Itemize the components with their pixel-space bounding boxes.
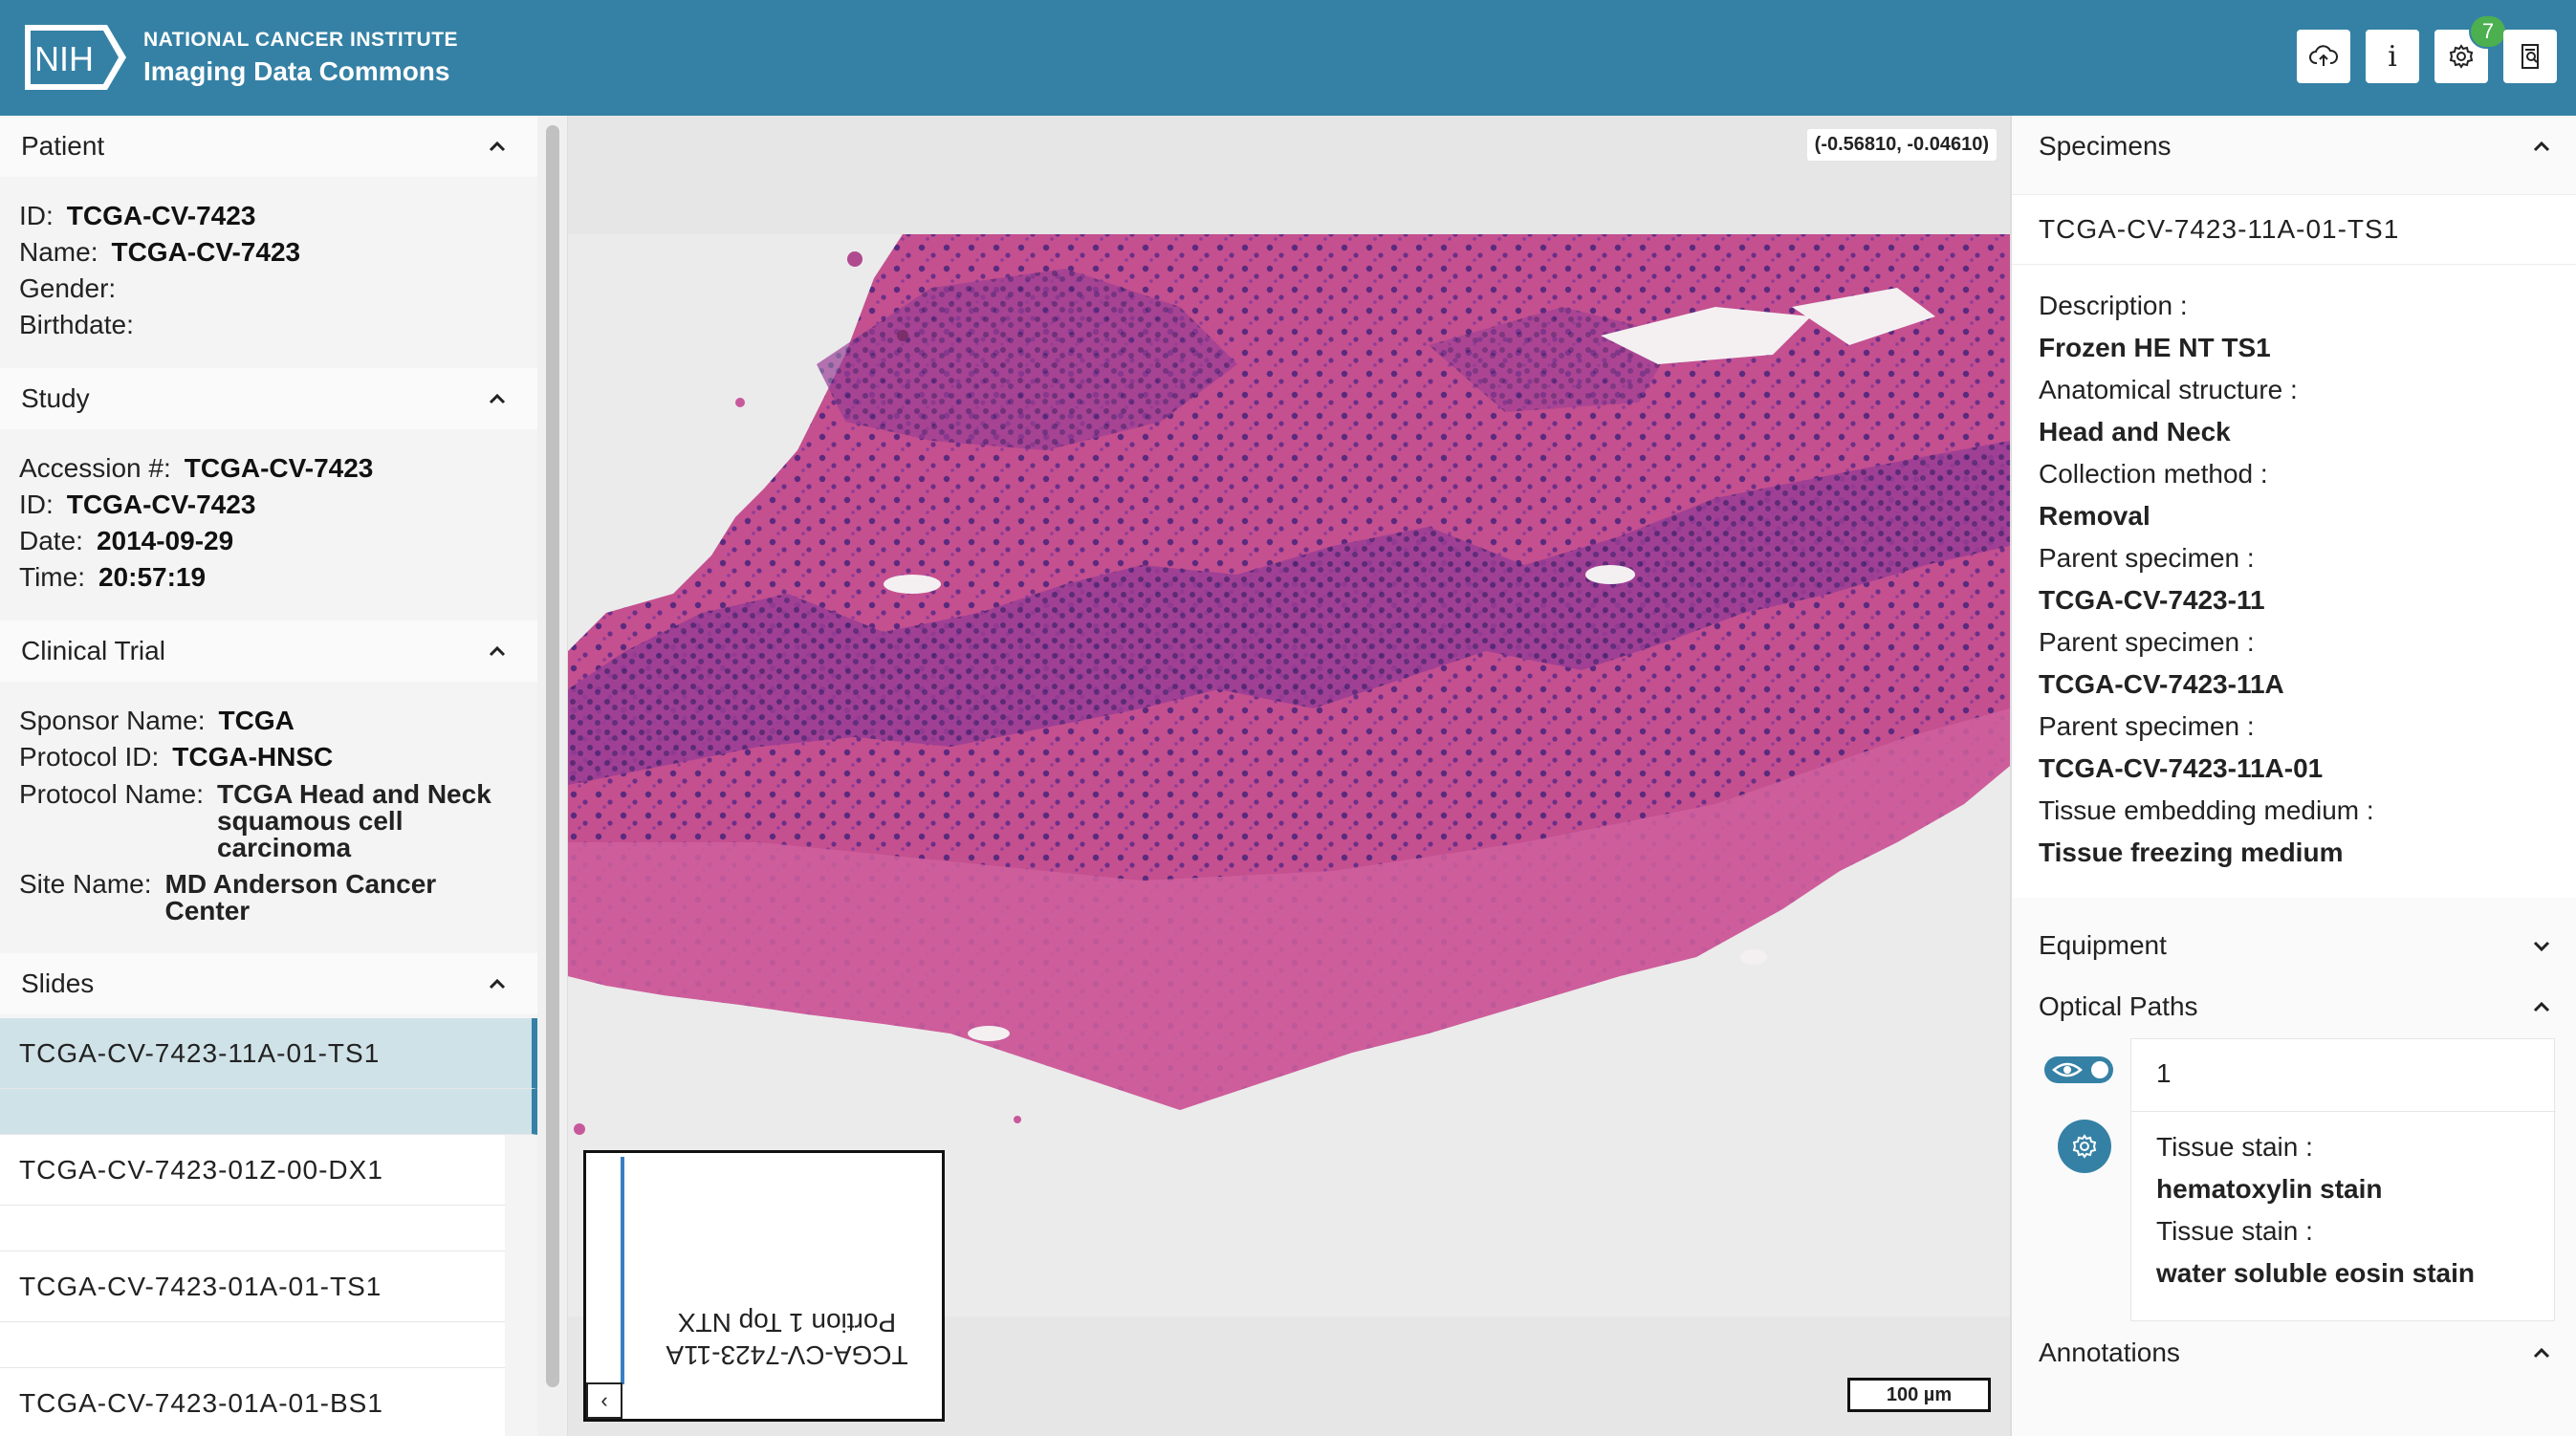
slides-section-header[interactable]: Slides <box>0 953 537 1014</box>
upload-button[interactable] <box>2297 30 2350 83</box>
cursor-coordinates: (-0.56810, -0.04610) <box>1806 129 1997 161</box>
divider <box>2131 1111 2556 1112</box>
app-name: Imaging Data Commons <box>143 56 450 86</box>
protocol-name-row: Protocol Name: TCGA Head and Neck squamou… <box>19 779 491 862</box>
specimens-section-header[interactable]: Specimens <box>2012 116 2576 177</box>
slide-item[interactable]: TCGA-CV-7423-01A-01-BS1 <box>0 1368 505 1436</box>
site-name-row: Site Name: MD Anderson Cancer Center <box>19 869 437 925</box>
patient-birthdate-row: Birthdate: <box>19 310 134 339</box>
optical-path-settings-button[interactable] <box>2058 1120 2111 1173</box>
svg-text:NIH: NIH <box>34 39 94 78</box>
embedding-value: Tissue freezing medium <box>2039 838 2344 867</box>
optical-path-card: 1 Tissue stain : hematoxylin stain Tissu… <box>2130 1038 2556 1321</box>
slides-section-title: Slides <box>21 968 95 998</box>
slide-viewer[interactable]: (-0.56810, -0.04610) TCGA-CV-7423-11A Po… <box>568 116 2010 1436</box>
gear-icon <box>2072 1134 2097 1159</box>
patient-section-header[interactable]: Patient <box>0 116 537 177</box>
study-id-row: ID: TCGA-CV-7423 <box>19 490 256 519</box>
gear-icon <box>2449 44 2474 69</box>
chevron-up-icon <box>2533 141 2550 152</box>
description-value: Frozen HE NT TS1 <box>2039 333 2271 362</box>
parent-specimen-value: TCGA-CV-7423-11 <box>2039 585 2265 615</box>
specimen-id: TCGA-CV-7423-11A-01-TS1 <box>2012 194 2576 265</box>
slide-thumb-row[interactable] <box>0 1322 505 1368</box>
chevron-up-icon <box>489 393 506 404</box>
chevron-up-icon <box>489 978 506 990</box>
clinical-trial-section-title: Clinical Trial <box>21 636 165 665</box>
case-sidebar: Patient ID: TCGA-CV-7423 Name: TCGA-CV-742… <box>0 116 537 1436</box>
slide-item[interactable]: TCGA-CV-7423-01A-01-TS1 <box>0 1251 505 1322</box>
study-section-title: Study <box>21 383 90 413</box>
collection-value: Removal <box>2039 501 2150 531</box>
org-name: NATIONAL CANCER INSTITUTE <box>143 29 459 51</box>
tissue-stain-label: Tissue stain : <box>2156 1216 2313 1246</box>
patient-id-row: ID: TCGA-CV-7423 <box>19 201 256 230</box>
optical-path-id: 1 <box>2156 1058 2172 1088</box>
slide-thumb-row[interactable] <box>0 1089 537 1135</box>
chevron-up-icon <box>2533 1001 2550 1012</box>
protocol-id-row: Protocol ID: TCGA-HNSC <box>19 742 334 772</box>
overview-marker <box>621 1157 624 1384</box>
overview-collapse-button[interactable]: ‹ <box>586 1382 622 1419</box>
nih-logo[interactable]: NIH <box>23 23 128 92</box>
info-button[interactable]: i <box>2366 30 2419 83</box>
description-label: Description : <box>2039 291 2188 320</box>
tissue-stain-value: hematoxylin stain <box>2156 1174 2383 1204</box>
embedding-label: Tissue embedding medium : <box>2039 795 2374 825</box>
chevron-up-icon <box>2533 1347 2550 1359</box>
parent-specimen-value: TCGA-CV-7423-11A-01 <box>2039 753 2324 783</box>
scale-bar: 100 µm <box>1847 1378 1991 1412</box>
notification-badge: 7 <box>2469 14 2507 49</box>
parent-specimen-value: TCGA-CV-7423-11A <box>2039 669 2284 699</box>
clinical-trial-section-header[interactable]: Clinical Trial <box>0 620 537 682</box>
parent-specimen-label: Parent specimen : <box>2039 627 2255 657</box>
equipment-section-title: Equipment <box>2039 930 2167 960</box>
annotations-section-title: Annotations <box>2039 1338 2180 1367</box>
tissue-stain-label: Tissue stain : <box>2156 1132 2313 1162</box>
slide-item[interactable]: TCGA-CV-7423-11A-01-TS1 <box>0 1018 537 1089</box>
patient-section-title: Patient <box>21 131 105 161</box>
sidebar-scrollbar[interactable] <box>537 116 568 1436</box>
study-date-row: Date: 2014-09-29 <box>19 526 234 555</box>
tissue-stain-value: water soluble eosin stain <box>2156 1258 2475 1288</box>
optical-paths-section-title: Optical Paths <box>2039 991 2198 1021</box>
slide-overview[interactable]: TCGA-CV-7423-11A Portion 1 Top NTX ‹ <box>583 1150 945 1422</box>
chevron-up-icon <box>489 141 506 152</box>
parent-specimen-label: Parent specimen : <box>2039 543 2255 573</box>
cloud-upload-icon <box>2309 45 2338 66</box>
eye-icon <box>2052 1061 2108 1078</box>
patient-gender-row: Gender: <box>19 273 117 303</box>
scrollbar-thumb[interactable] <box>546 125 559 1387</box>
document-search-icon <box>2521 44 2539 69</box>
app-header: NIH NATIONAL CANCER INSTITUTE Imaging Da… <box>0 0 2576 116</box>
study-section-header[interactable]: Study <box>0 368 537 429</box>
parent-specimen-label: Parent specimen : <box>2039 711 2255 741</box>
chevron-up-icon <box>489 645 506 657</box>
optical-path-visibility-toggle[interactable] <box>2044 1056 2113 1083</box>
study-time-row: Time: 20:57:19 <box>19 562 207 592</box>
anatomical-value: Head and Neck <box>2039 417 2231 446</box>
chevron-down-icon <box>2533 941 2550 952</box>
sponsor-row: Sponsor Name: TCGA <box>19 706 295 735</box>
annotations-section-header[interactable]: Annotations <box>2012 1322 2576 1383</box>
overview-slide-label: TCGA-CV-7423-11A Portion 1 Top NTX <box>666 1308 908 1370</box>
report-button[interactable] <box>2503 30 2557 83</box>
anatomical-label: Anatomical structure : <box>2039 375 2298 404</box>
slide-item[interactable]: TCGA-CV-7423-01Z-00-DX1 <box>0 1135 505 1206</box>
slide-thumb-row[interactable] <box>0 1206 505 1251</box>
collection-label: Collection method : <box>2039 459 2268 489</box>
specimens-section-title: Specimens <box>2039 131 2172 161</box>
equipment-section-header[interactable]: Equipment <box>2012 915 2576 976</box>
optical-paths-section-header[interactable]: Optical Paths <box>2012 976 2576 1037</box>
patient-name-row: Name: TCGA-CV-7423 <box>19 237 301 267</box>
study-accession-row: Accession #: TCGA-CV-7423 <box>19 453 374 483</box>
details-panel: Specimens TCGA-CV-7423-11A-01-TS1 Descri… <box>2010 116 2576 1436</box>
chevron-left-icon: ‹ <box>600 1388 608 1412</box>
info-icon: i <box>2388 39 2397 74</box>
